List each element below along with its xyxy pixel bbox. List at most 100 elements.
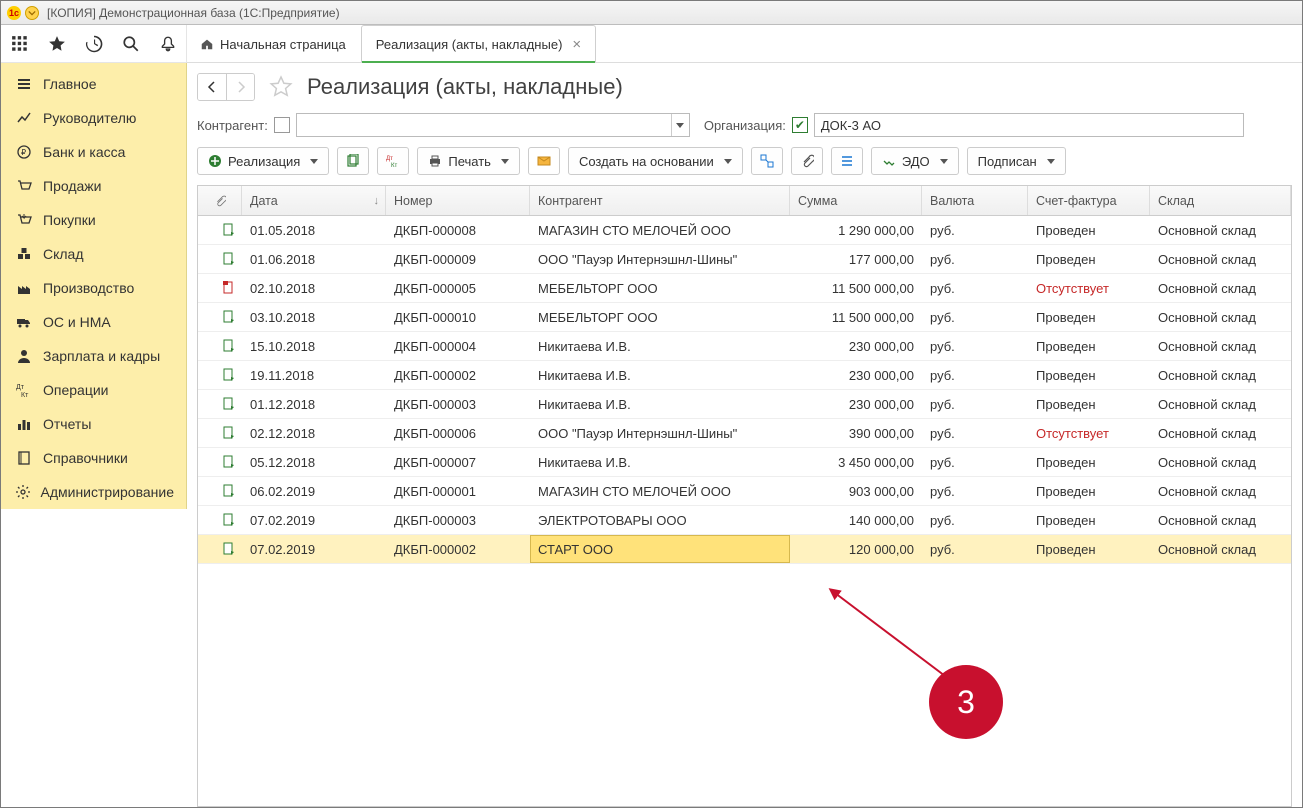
col-number[interactable]: Номер	[386, 186, 530, 215]
sidebar-item-2[interactable]: ₽Банк и касса	[1, 135, 186, 169]
col-contragent[interactable]: Контрагент	[530, 186, 790, 215]
system-menu-icon[interactable]	[25, 6, 39, 20]
sidebar-item-1[interactable]: Руководителю	[1, 101, 186, 135]
cell-invoice: Проведен	[1028, 245, 1150, 273]
tab-active-label: Реализация (акты, накладные)	[376, 37, 563, 52]
sidebar-item-12[interactable]: Администрирование	[1, 475, 186, 509]
signed-button[interactable]: Подписан	[967, 147, 1066, 175]
sidebar-item-6[interactable]: Производство	[1, 271, 186, 305]
cell-contragent: МАГАЗИН СТО МЕЛОЧЕЙ ООО	[530, 477, 790, 505]
bars-icon	[13, 416, 35, 432]
sidebar-item-label: Продажи	[43, 178, 101, 194]
table-row[interactable]: 05.12.2018ДКБП-000007Никитаева И.В.3 450…	[198, 448, 1291, 477]
cell-invoice: Отсутствует	[1028, 274, 1150, 302]
cell-sum: 230 000,00	[790, 390, 922, 418]
create-based-button[interactable]: Создать на основании	[568, 147, 743, 175]
table-row[interactable]: 06.02.2019ДКБП-000001МАГАЗИН СТО МЕЛОЧЕЙ…	[198, 477, 1291, 506]
cell-invoice: Проведен	[1028, 332, 1150, 360]
cell-currency: руб.	[922, 332, 1028, 360]
history-icon[interactable]	[75, 28, 112, 60]
col-attachment[interactable]	[198, 186, 242, 215]
table-row[interactable]: 02.12.2018ДКБП-000006ООО "Пауэр Интернэш…	[198, 419, 1291, 448]
search-icon[interactable]	[112, 28, 149, 60]
sidebar-item-4[interactable]: Покупки	[1, 203, 186, 237]
cell-sum: 390 000,00	[790, 419, 922, 447]
svg-text:Дт: Дт	[386, 156, 393, 162]
print-button[interactable]: Печать	[417, 147, 520, 175]
filter-contr-checkbox[interactable]	[274, 117, 290, 133]
cell-warehouse: Основной склад	[1150, 506, 1291, 534]
attach-icon[interactable]	[791, 147, 823, 175]
filter-org-checkbox[interactable]	[792, 117, 808, 133]
grid-body[interactable]: 01.05.2018ДКБП-000008МАГАЗИН СТО МЕЛОЧЕЙ…	[198, 216, 1291, 806]
col-date[interactable]: Дата	[242, 186, 386, 215]
filter-contr-input[interactable]	[296, 113, 690, 137]
callout-badge: 3	[929, 665, 1003, 739]
filter-org-input[interactable]: ДОК-3 АО	[814, 113, 1244, 137]
cell-date: 15.10.2018	[242, 332, 386, 360]
table-row[interactable]: 07.02.2019ДКБП-000002СТАРТ ООО120 000,00…	[198, 535, 1291, 564]
page-title: Реализация (акты, накладные)	[307, 74, 623, 100]
sidebar-item-11[interactable]: Справочники	[1, 441, 186, 475]
cell-date: 02.12.2018	[242, 419, 386, 447]
sidebar-item-3[interactable]: Продажи	[1, 169, 186, 203]
col-currency[interactable]: Валюта	[922, 186, 1028, 215]
cell-invoice: Проведен	[1028, 448, 1150, 476]
cell-invoice: Проведен	[1028, 361, 1150, 389]
cell-currency: руб.	[922, 303, 1028, 331]
table-row[interactable]: 01.06.2018ДКБП-000009ООО "Пауэр Интернэш…	[198, 245, 1291, 274]
doc-status-icon	[198, 477, 242, 505]
edo-label: ЭДО	[902, 154, 930, 169]
cell-warehouse: Основной склад	[1150, 419, 1291, 447]
cell-number: ДКБП-000002	[386, 361, 530, 389]
chevron-down-icon[interactable]	[671, 114, 689, 136]
sidebar-item-5[interactable]: Склад	[1, 237, 186, 271]
link-button[interactable]	[751, 147, 783, 175]
sidebar-item-0[interactable]: Главное	[1, 67, 186, 101]
dtkt-button[interactable]: ДтКт	[377, 147, 409, 175]
back-button[interactable]	[198, 74, 226, 100]
bell-icon[interactable]	[149, 28, 186, 60]
cell-invoice: Проведен	[1028, 535, 1150, 563]
sidebar-item-7[interactable]: ОС и НМА	[1, 305, 186, 339]
sidebar-item-10[interactable]: Отчеты	[1, 407, 186, 441]
table-row[interactable]: 02.10.2018ДКБП-000005МЕБЕЛЬТОРГ ООО11 50…	[198, 274, 1291, 303]
cell-number: ДКБП-000004	[386, 332, 530, 360]
doc-status-icon	[198, 419, 242, 447]
sidebar-item-label: Главное	[43, 76, 97, 92]
table-row[interactable]: 19.11.2018ДКБП-000002Никитаева И.В.230 0…	[198, 361, 1291, 390]
edo-button[interactable]: ЭДО	[871, 147, 959, 175]
cell-currency: руб.	[922, 506, 1028, 534]
star-icon[interactable]	[38, 28, 75, 60]
col-sum[interactable]: Сумма	[790, 186, 922, 215]
realize-button[interactable]: Реализация	[197, 147, 329, 175]
sidebar-item-9[interactable]: ДтКтОперации	[1, 373, 186, 407]
copy-button[interactable]	[337, 147, 369, 175]
col-invoice[interactable]: Счет-фактура	[1028, 186, 1150, 215]
table-row[interactable]: 01.12.2018ДКБП-000003Никитаева И.В.230 0…	[198, 390, 1291, 419]
forward-button[interactable]	[226, 74, 254, 100]
table-row[interactable]: 15.10.2018ДКБП-000004Никитаева И.В.230 0…	[198, 332, 1291, 361]
boxes-icon	[13, 246, 35, 262]
tab-home[interactable]: Начальная страница	[191, 25, 361, 62]
cell-number: ДКБП-000003	[386, 506, 530, 534]
favorite-icon[interactable]	[269, 75, 293, 99]
apps-icon[interactable]	[1, 28, 38, 60]
cell-sum: 3 450 000,00	[790, 448, 922, 476]
table-row[interactable]: 03.10.2018ДКБП-000010МЕБЕЛЬТОРГ ООО11 50…	[198, 303, 1291, 332]
print-label: Печать	[448, 154, 491, 169]
table-row[interactable]: 07.02.2019ДКБП-000003ЭЛЕКТРОТОВАРЫ ООО14…	[198, 506, 1291, 535]
tab-active[interactable]: Реализация (акты, накладные) ×	[361, 25, 596, 62]
app-icon: 1c	[7, 6, 21, 20]
doc-status-icon	[198, 332, 242, 360]
col-warehouse[interactable]: Склад	[1150, 186, 1291, 215]
cell-number: ДКБП-000009	[386, 245, 530, 273]
svg-text:Кт: Кт	[391, 163, 397, 168]
cell-number: ДКБП-000005	[386, 274, 530, 302]
mail-button[interactable]	[528, 147, 560, 175]
list-icon[interactable]	[831, 147, 863, 175]
table-row[interactable]: 01.05.2018ДКБП-000008МАГАЗИН СТО МЕЛОЧЕЙ…	[198, 216, 1291, 245]
close-icon[interactable]: ×	[572, 37, 581, 52]
cell-currency: руб.	[922, 274, 1028, 302]
sidebar-item-8[interactable]: Зарплата и кадры	[1, 339, 186, 373]
